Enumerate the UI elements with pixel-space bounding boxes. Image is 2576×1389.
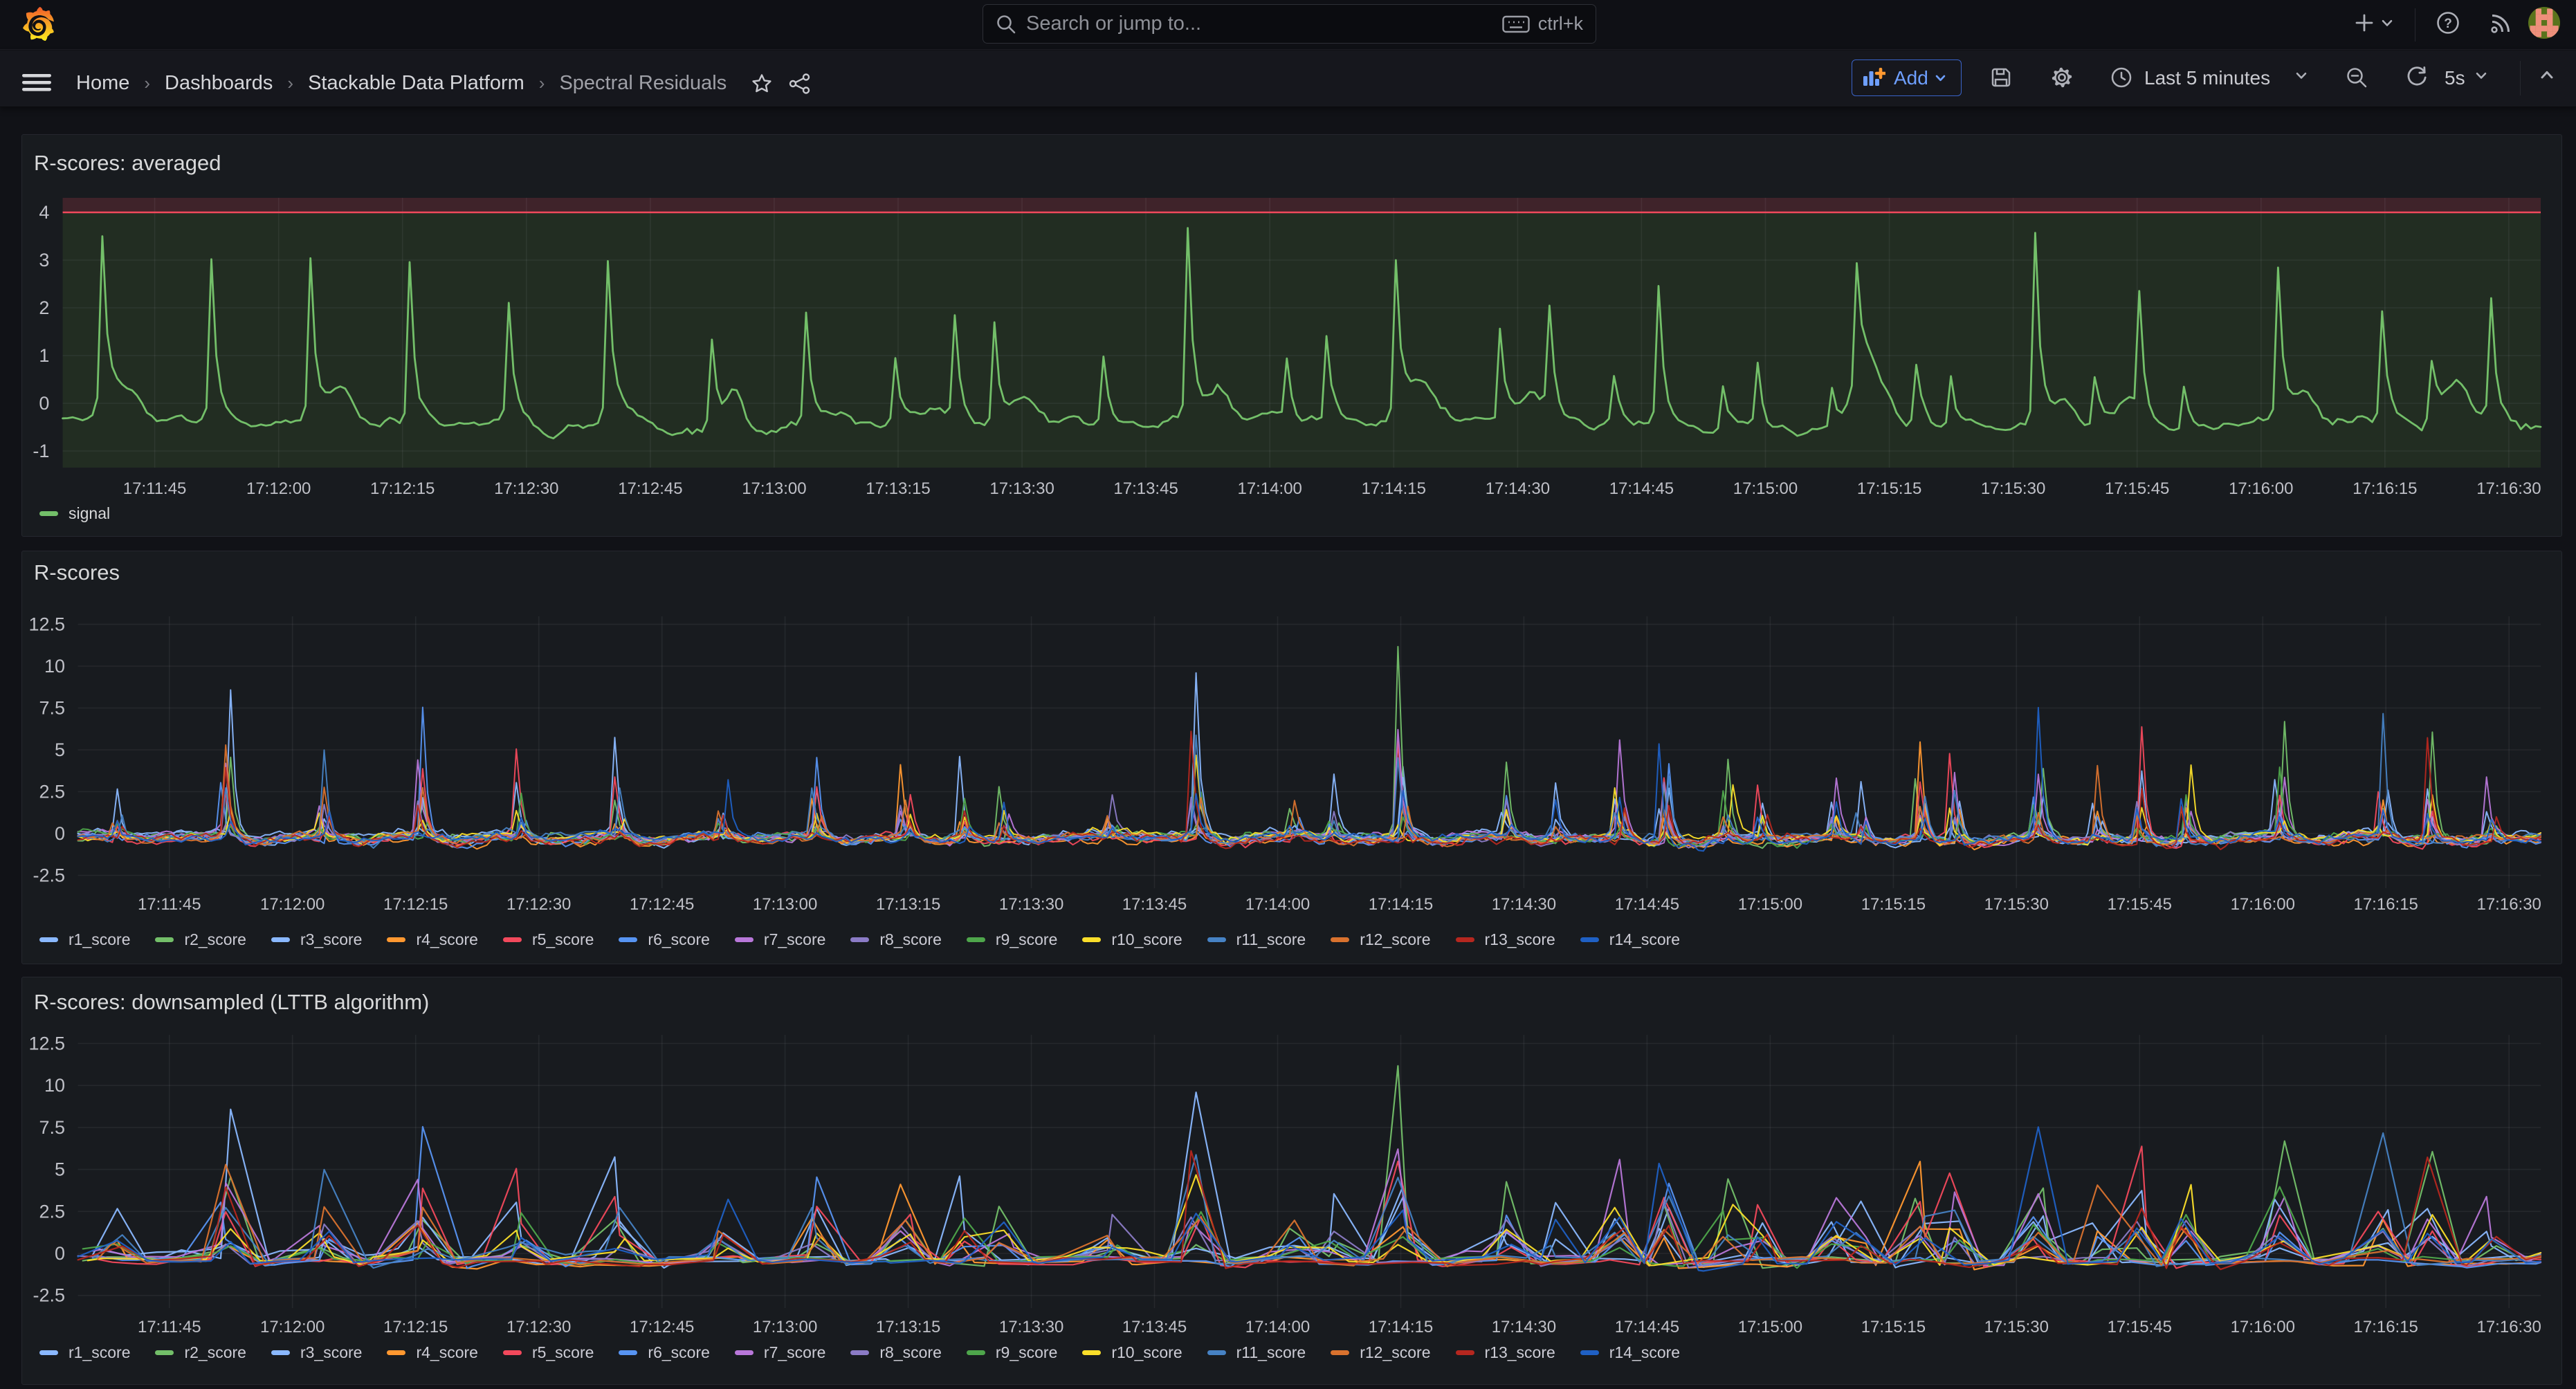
- svg-text:17:14:45: 17:14:45: [1615, 1318, 1679, 1336]
- svg-text:17:15:00: 17:15:00: [1738, 1318, 1802, 1336]
- svg-text:2.5: 2.5: [39, 1201, 65, 1222]
- svg-text:17:14:45: 17:14:45: [1615, 895, 1679, 914]
- svg-text:17:11:45: 17:11:45: [123, 479, 187, 498]
- svg-text:17:12:45: 17:12:45: [618, 479, 682, 498]
- svg-text:17:14:15: 17:14:15: [1369, 1318, 1433, 1336]
- svg-text:17:13:45: 17:13:45: [1113, 479, 1178, 498]
- svg-text:17:16:15: 17:16:15: [2353, 1318, 2418, 1336]
- svg-text:17:16:30: 17:16:30: [2476, 895, 2541, 914]
- svg-text:17:13:00: 17:13:00: [753, 1318, 817, 1336]
- svg-text:1: 1: [39, 345, 49, 366]
- svg-text:17:16:30: 17:16:30: [2476, 1318, 2541, 1336]
- svg-text:17:15:30: 17:15:30: [1984, 895, 2049, 914]
- svg-text:17:13:00: 17:13:00: [742, 479, 806, 498]
- svg-text:17:16:00: 17:16:00: [2229, 479, 2293, 498]
- svg-text:17:12:00: 17:12:00: [260, 895, 325, 914]
- svg-text:17:14:30: 17:14:30: [1492, 895, 1556, 914]
- svg-text:17:14:30: 17:14:30: [1486, 479, 1550, 498]
- svg-text:17:12:30: 17:12:30: [506, 1318, 571, 1336]
- svg-text:17:13:15: 17:13:15: [876, 895, 940, 914]
- svg-text:17:14:15: 17:14:15: [1362, 479, 1426, 498]
- svg-text:5: 5: [55, 1159, 65, 1180]
- svg-text:17:12:00: 17:12:00: [260, 1318, 325, 1336]
- svg-text:17:12:15: 17:12:15: [370, 479, 435, 498]
- svg-text:17:16:30: 17:16:30: [2476, 479, 2541, 498]
- svg-text:2: 2: [39, 297, 49, 318]
- svg-text:4: 4: [39, 202, 49, 223]
- svg-text:17:12:15: 17:12:15: [383, 1318, 448, 1336]
- svg-text:17:15:45: 17:15:45: [2108, 895, 2172, 914]
- svg-text:7.5: 7.5: [39, 698, 65, 719]
- svg-text:0: 0: [39, 393, 49, 414]
- svg-text:2.5: 2.5: [39, 782, 65, 802]
- svg-text:17:12:45: 17:12:45: [630, 895, 694, 914]
- svg-text:17:13:45: 17:13:45: [1122, 1318, 1187, 1336]
- svg-text:10: 10: [44, 656, 65, 677]
- svg-text:17:15:45: 17:15:45: [2108, 1318, 2172, 1336]
- svg-text:17:16:15: 17:16:15: [2353, 895, 2418, 914]
- svg-text:-1: -1: [33, 441, 49, 461]
- svg-text:17:13:15: 17:13:15: [876, 1318, 940, 1336]
- svg-text:17:14:00: 17:14:00: [1245, 895, 1310, 914]
- svg-text:-2.5: -2.5: [33, 1285, 65, 1306]
- svg-text:17:13:45: 17:13:45: [1122, 895, 1187, 914]
- svg-text:10: 10: [44, 1075, 65, 1096]
- svg-text:?: ?: [2444, 17, 2452, 31]
- svg-text:17:13:15: 17:13:15: [866, 479, 930, 498]
- svg-text:17:12:45: 17:12:45: [630, 1318, 694, 1336]
- svg-text:17:16:00: 17:16:00: [2231, 1318, 2295, 1336]
- svg-text:0: 0: [55, 1243, 65, 1264]
- svg-text:17:12:30: 17:12:30: [494, 479, 558, 498]
- svg-text:17:13:30: 17:13:30: [999, 1318, 1063, 1336]
- svg-text:17:11:45: 17:11:45: [138, 895, 201, 914]
- svg-text:17:16:15: 17:16:15: [2353, 479, 2417, 498]
- svg-text:17:15:15: 17:15:15: [1861, 1318, 1926, 1336]
- svg-text:17:14:00: 17:14:00: [1245, 1318, 1310, 1336]
- svg-text:17:15:30: 17:15:30: [1981, 479, 2045, 498]
- svg-text:17:16:00: 17:16:00: [2231, 895, 2295, 914]
- svg-text:17:15:30: 17:15:30: [1984, 1318, 2049, 1336]
- svg-text:12.5: 12.5: [28, 614, 65, 635]
- svg-text:-2.5: -2.5: [33, 865, 65, 886]
- svg-text:17:11:45: 17:11:45: [138, 1318, 201, 1336]
- svg-text:17:15:00: 17:15:00: [1733, 479, 1798, 498]
- svg-text:0: 0: [55, 823, 65, 844]
- svg-text:17:13:00: 17:13:00: [753, 895, 817, 914]
- svg-text:17:12:15: 17:12:15: [383, 895, 448, 914]
- svg-text:17:15:15: 17:15:15: [1861, 895, 1926, 914]
- svg-text:17:12:00: 17:12:00: [246, 479, 311, 498]
- svg-text:17:15:00: 17:15:00: [1738, 895, 1802, 914]
- svg-text:17:14:45: 17:14:45: [1609, 479, 1674, 498]
- svg-text:17:13:30: 17:13:30: [999, 895, 1063, 914]
- svg-text:17:13:30: 17:13:30: [989, 479, 1054, 498]
- svg-text:17:15:45: 17:15:45: [2105, 479, 2169, 498]
- svg-text:17:14:15: 17:14:15: [1369, 895, 1433, 914]
- svg-text:7.5: 7.5: [39, 1117, 65, 1138]
- svg-text:5: 5: [55, 739, 65, 760]
- svg-text:17:15:15: 17:15:15: [1857, 479, 1921, 498]
- svg-text:17:14:30: 17:14:30: [1492, 1318, 1556, 1336]
- svg-text:17:14:00: 17:14:00: [1237, 479, 1301, 498]
- svg-text:12.5: 12.5: [28, 1033, 65, 1054]
- svg-text:3: 3: [39, 250, 49, 270]
- svg-text:17:12:30: 17:12:30: [506, 895, 571, 914]
